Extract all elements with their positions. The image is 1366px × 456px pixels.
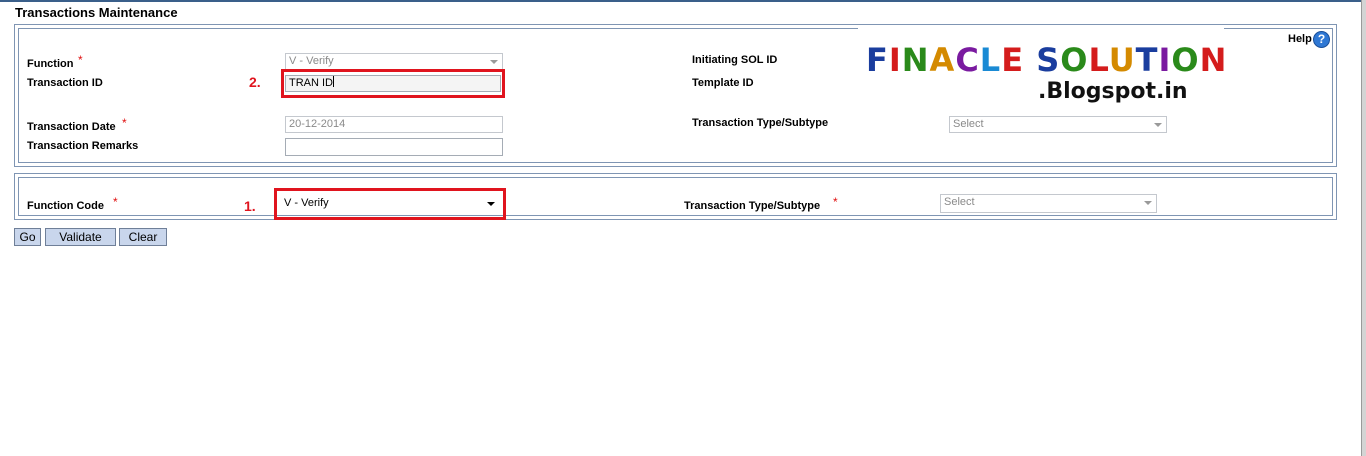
logo-letter: S (1036, 41, 1061, 79)
logo-letter: I (888, 41, 902, 79)
clear-button[interactable]: Clear (119, 228, 167, 246)
bottom-transaction-type-subtype-select[interactable]: Select (940, 194, 1157, 213)
template-id-label: Template ID (692, 77, 754, 89)
logo-letter: L (979, 41, 1002, 79)
transaction-type-subtype-select[interactable]: Select (949, 116, 1167, 133)
bottom-transaction-type-subtype-required-mark: * (833, 195, 838, 209)
function-select-value: V - Verify (289, 55, 334, 67)
logo-letter: A (929, 41, 956, 79)
function-label: Function (27, 58, 74, 70)
text-cursor (333, 76, 334, 87)
function-code-label: Function Code (27, 200, 104, 212)
transaction-id-input[interactable]: TRAN ID (285, 75, 501, 92)
bottom-transaction-type-subtype-label: Transaction Type/Subtype (684, 200, 821, 212)
bottom-transaction-type-subtype-value: Select (944, 196, 975, 208)
finacle-solution-logo: FINACLE SOLUTION .Blogspot.in (858, 27, 1227, 111)
logo-line2: .Blogspot.in (1038, 79, 1188, 104)
function-code-required-mark: * (113, 195, 118, 209)
logo-letter: T (1135, 41, 1159, 79)
logo-letter: E (1001, 41, 1025, 79)
logo-letter: U (1108, 41, 1136, 79)
logo-line1: FINACLE SOLUTION (866, 41, 1227, 79)
chevron-down-icon (1154, 123, 1162, 127)
logo-letter: C (955, 41, 980, 79)
transaction-remarks-label: Transaction Remarks (27, 140, 139, 152)
logo-letter: N (901, 41, 930, 79)
chevron-down-icon (490, 60, 498, 64)
question-icon[interactable]: ? (1313, 31, 1330, 48)
step-1-annotation: 1. (244, 198, 256, 214)
transaction-remarks-input[interactable] (285, 138, 503, 156)
initiating-sol-id-label: Initiating SOL ID (692, 54, 778, 66)
step-2-annotation: 2. (249, 74, 261, 90)
logo-letter: F (866, 41, 889, 79)
function-select[interactable]: V - Verify (285, 53, 503, 70)
transaction-type-subtype-value: Select (953, 118, 984, 130)
function-code-value: V - Verify (284, 197, 329, 209)
go-button[interactable]: Go (14, 228, 41, 246)
vertical-scrollbar[interactable] (1361, 0, 1366, 456)
logo-letter: I (1158, 41, 1172, 79)
transaction-date-required-mark: * (122, 116, 127, 130)
top-border (0, 0, 1366, 2)
help-link[interactable]: Help (1288, 33, 1312, 45)
chevron-down-icon (487, 202, 495, 206)
transaction-date-input[interactable]: 20-12-2014 (285, 116, 503, 133)
page-title: Transactions Maintenance (15, 5, 178, 20)
chevron-down-icon (1144, 201, 1152, 205)
function-required-mark: * (78, 53, 83, 67)
transaction-date-label: Transaction Date (27, 121, 116, 133)
logo-letter: O (1060, 41, 1089, 79)
transaction-id-value: TRAN ID (289, 77, 333, 89)
transaction-type-subtype-label: Transaction Type/Subtype (692, 117, 829, 129)
logo-letter: N (1199, 41, 1228, 79)
logo-letter: L (1088, 41, 1109, 79)
transaction-id-label: Transaction ID (27, 77, 103, 89)
logo-letter (1024, 41, 1036, 79)
validate-button[interactable]: Validate (45, 228, 116, 246)
function-code-select[interactable]: V - Verify (280, 195, 500, 212)
logo-letter: O (1171, 41, 1200, 79)
